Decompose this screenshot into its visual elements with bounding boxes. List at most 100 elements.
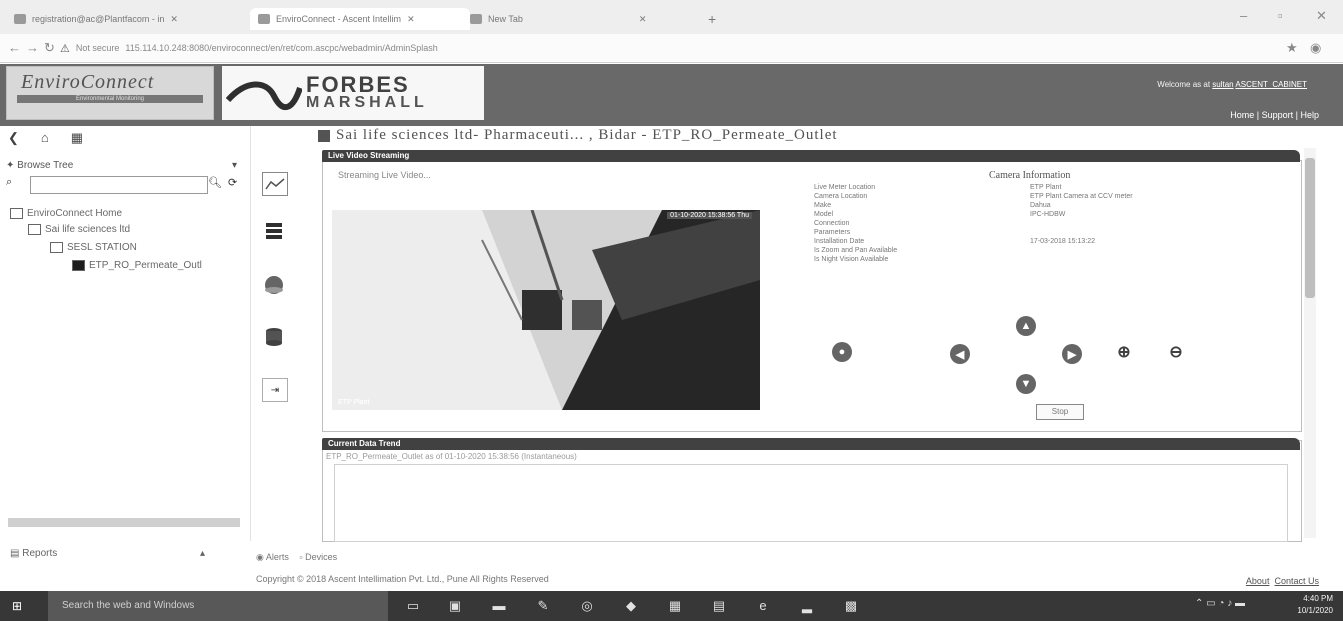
folder-icon [28,224,41,235]
tray-icons[interactable]: ⌃ ▭ ◔ ♪ ▬ [1180,598,1260,614]
star-icon[interactable]: ★ [1286,40,1298,56]
app6-icon[interactable]: ▩ [842,598,860,614]
close-window-icon[interactable]: ✕ [1316,8,1327,24]
support-link[interactable]: Support [1262,110,1294,120]
tab-close-icon[interactable]: ✕ [170,14,178,25]
page-title-text: Sai life sciences ltd- Pharmaceuti... , … [336,127,838,143]
forward-icon[interactable]: → [26,40,39,55]
tree-item-point[interactable]: ETP_RO_Permeate_Outl [72,260,202,271]
app-icon[interactable]: ✎ [534,598,552,614]
home-icon[interactable]: ⌂ [41,130,49,146]
app3-icon[interactable]: ▦ [666,598,684,614]
storage-icon[interactable] [262,326,286,348]
file-explorer-icon[interactable]: ▬ [490,598,508,614]
devices-link[interactable]: Devices [305,552,337,562]
pan-left-icon[interactable]: ◀ [950,344,970,364]
trend-chart-icon[interactable] [262,172,288,196]
logo-text: EnviroConnect [21,71,155,93]
maximize-icon[interactable]: ▫ [1278,8,1283,23]
tab-close-icon[interactable]: ✕ [407,14,415,25]
folder-icon [50,242,63,253]
devices-icon: ▫ [299,552,303,562]
caret-down-icon[interactable]: ▾ [232,160,237,171]
back-icon[interactable]: ← [8,40,21,55]
tree-item-company[interactable]: Sai life sciences ltd [28,224,130,235]
zoom-in-icon[interactable]: ⊕ [1114,342,1134,362]
collapse-icon[interactable]: ❮ [8,130,19,146]
browser-tab-3[interactable]: New Tab ✕ [470,8,698,30]
tab-favicon-icon [470,14,482,24]
pan-right-icon[interactable]: ▶ [1062,344,1082,364]
browse-tree-header[interactable]: ✦ Browse Tree ▾ [6,160,237,171]
security-label: Not secure [75,43,120,53]
chrome-icon[interactable]: ◎ [578,598,596,614]
welcome-text: Welcome as at sultan ASCENT_CABINET [1157,80,1307,89]
about-link[interactable]: About [1246,576,1270,586]
profile-icon[interactable]: ◉ [1310,40,1321,56]
video-timestamp: 01-10-2020 15:38:56 Thu [667,212,752,219]
clock[interactable]: 4:40 PM 10/1/2020 [1297,593,1333,617]
sidebar-scrollbar[interactable] [8,518,240,527]
pan-up-icon[interactable]: ▲ [1016,316,1036,336]
contact-link[interactable]: Contact Us [1274,576,1319,586]
home-link[interactable]: Home [1230,110,1254,120]
export-icon[interactable]: ⇥ [262,378,288,402]
reports-icon: ▤ [10,548,20,559]
database-icon[interactable] [262,220,286,242]
edge-icon[interactable]: e [754,598,772,614]
tree-item-station[interactable]: SESL STATION [50,242,137,253]
address-bar: ← → ↻ ⚠ Not secure 115.114.10.248:8080/e… [0,34,1343,63]
tree-label: SESL STATION [67,242,137,254]
app2-icon[interactable]: ◆ [622,598,640,614]
url-field[interactable]: ⚠ Not secure 115.114.10.248:8080/enviroc… [60,38,1210,58]
user-link[interactable]: sultan [1212,80,1233,89]
info-key: Camera Location [814,193,868,200]
refresh-icon[interactable]: ⟳ [228,176,237,189]
logo-marshall-text: MARSHALL [306,94,428,111]
forbes-marshall-logo: FORBES MARSHALL [222,66,484,120]
minimize-icon[interactable]: – [1240,8,1247,23]
video-feed[interactable]: 01-10-2020 15:38:56 Thu ETP Plant [332,210,760,410]
browse-tree-label: Browse Tree [17,160,74,171]
main-scrollbar[interactable] [1304,148,1316,538]
task-view-icon[interactable]: ▭ [404,598,422,614]
alerts-link[interactable]: Alerts [266,552,289,562]
globe-icon[interactable] [262,274,286,296]
live-video-header: Live Video Streaming [322,150,1300,162]
taskbar-search[interactable]: Search the web and Windows [48,591,388,621]
grid-icon[interactable]: ▦ [71,130,83,146]
pan-down-icon[interactable]: ▼ [1016,374,1036,394]
tree-search-input[interactable] [30,176,208,194]
zoom-out-icon[interactable]: ⊖ [1166,342,1186,362]
store-icon[interactable]: ▣ [446,598,464,614]
tab-favicon-icon [258,14,270,24]
info-value: Dahua [1030,202,1051,209]
app4-icon[interactable]: ▤ [710,598,728,614]
caret-up-icon[interactable]: ▴ [200,548,205,559]
top-links: Home | Support | Help [1230,110,1319,120]
data-trend-header: Current Data Trend [322,438,1300,450]
browser-tab-1[interactable]: registration@ac@Plantfacom - in ✕ [14,8,242,30]
windows-start-icon[interactable]: ⊞ [12,599,26,613]
info-key: Installation Date [814,238,865,245]
plus-icon[interactable]: + [708,8,716,30]
tree-item-root[interactable]: EnviroConnect Home [10,208,122,219]
reload-icon[interactable]: ↻ [44,40,55,56]
point-icon [72,260,85,271]
info-value: ETP Plant Camera at CCV meter [1030,193,1133,200]
record-icon[interactable]: ● [832,342,852,362]
reports-section[interactable]: ▤ Reports ▴ [10,548,205,559]
help-link[interactable]: Help [1300,110,1319,120]
video-label: ETP Plant [338,399,370,406]
stop-button[interactable]: Stop [1036,404,1084,420]
clock-time: 4:40 PM [1303,594,1333,603]
browser-tab-2[interactable]: EnviroConnect - Ascent Intellim ✕ [250,8,470,30]
info-value: 17-03-2018 15:13:22 [1030,238,1095,245]
tree-label: ETP_RO_Permeate_Outl [89,260,202,272]
cabinet-link[interactable]: ASCENT_CABINET [1235,80,1307,89]
folder-icon [10,208,23,219]
search-icon[interactable]: 🔍︎ [208,176,222,189]
app5-icon[interactable]: ▂ [798,598,816,614]
tab-close-icon[interactable]: ✕ [639,14,647,25]
scrollbar-thumb[interactable] [1305,158,1315,298]
